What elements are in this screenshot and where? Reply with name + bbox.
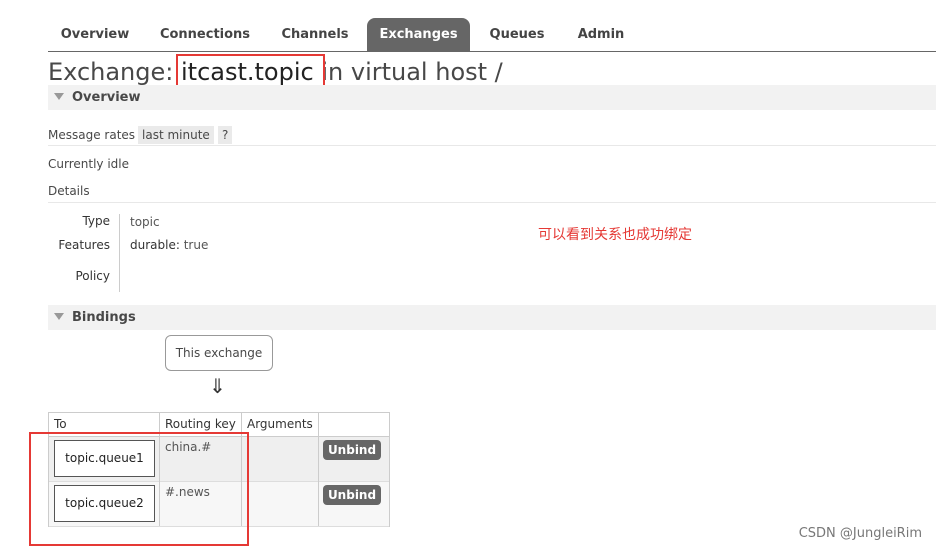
details-divider [119, 214, 120, 292]
status-text: Currently idle [48, 157, 129, 171]
help-button[interactable]: ? [218, 126, 233, 144]
message-rates-row: Message rates last minute ? [48, 125, 936, 146]
feature-name: durable: [130, 238, 180, 252]
top-nav: Overview Connections Channels Exchanges … [48, 18, 936, 52]
this-exchange-box: This exchange [165, 335, 273, 371]
title-suffix: in virtual host / [321, 58, 503, 86]
collapse-triangle-icon [54, 313, 64, 320]
feature-value: true [183, 238, 209, 252]
details-grid: Type Features Policy topic durable: true [48, 212, 248, 292]
tab-connections[interactable]: Connections [148, 18, 262, 51]
unbind-button[interactable]: Unbind [323, 440, 381, 460]
features-key: Features [58, 238, 110, 252]
unbind-button[interactable]: Unbind [323, 485, 381, 505]
bindings-section-title: Bindings [72, 310, 136, 325]
tab-exchanges[interactable]: Exchanges [367, 18, 470, 51]
type-value: topic [130, 215, 160, 229]
column-header-arguments: Arguments [247, 417, 313, 431]
feature-durable: durable: true [130, 238, 208, 252]
title-prefix: Exchange: [48, 58, 174, 86]
annotation-note: 可以看到关系也成功绑定 [538, 227, 692, 243]
column-divider [318, 413, 319, 526]
tab-channels[interactable]: Channels [268, 18, 362, 51]
tab-overview[interactable]: Overview [48, 18, 142, 51]
watermark: CSDN @JungleiRim [798, 526, 922, 541]
down-arrow-icon: ⇓ [209, 374, 226, 398]
details-heading: Details [48, 184, 936, 203]
overview-section-title: Overview [72, 90, 141, 105]
tab-admin[interactable]: Admin [568, 18, 634, 51]
policy-key: Policy [75, 269, 110, 283]
type-key: Type [82, 214, 110, 228]
collapse-triangle-icon [54, 93, 64, 100]
overview-section-header[interactable]: Overview [48, 85, 936, 110]
queues-highlight-box [29, 432, 249, 546]
bindings-section-header[interactable]: Bindings [48, 305, 936, 330]
rates-period-selector[interactable]: last minute [138, 126, 214, 144]
message-rates-label: Message rates [48, 128, 136, 142]
tab-queues[interactable]: Queues [478, 18, 556, 51]
